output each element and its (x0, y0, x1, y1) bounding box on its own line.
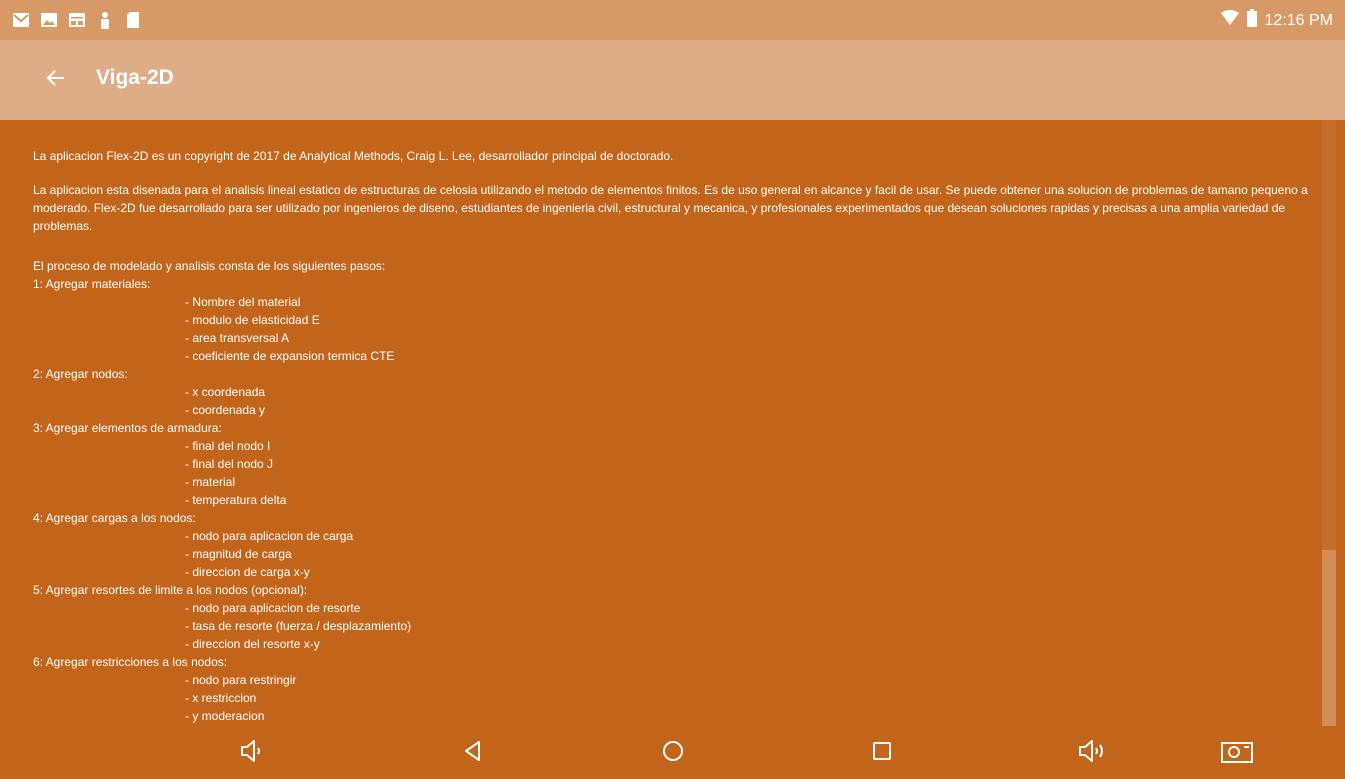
clock: 12:16 PM (1264, 11, 1333, 29)
recents-square-icon (871, 740, 893, 767)
status-bar: 12:16 PM (0, 0, 1345, 40)
volume-down-button[interactable] (235, 736, 269, 770)
app-icon (96, 11, 114, 29)
step-item: - nodo para restringir (185, 673, 297, 687)
notification-icons (12, 10, 142, 30)
step-title: 6: Agregar restricciones a los nodos: (33, 655, 228, 669)
step-item: - area transversal A (185, 331, 290, 345)
step-item: - direccion de carga x-y (185, 565, 310, 579)
scrollbar[interactable] (1322, 120, 1336, 726)
sdcard-icon (124, 11, 142, 29)
step-item: - modulo de elasticidad E (185, 313, 320, 327)
gmail-icon (12, 11, 30, 29)
step-item: - nodo para aplicacion de resorte (185, 601, 361, 615)
volume-up-button[interactable] (1075, 736, 1109, 770)
step-item: - coeficiente de expansion termica CTE (185, 349, 395, 363)
step-item: - x restriccion (185, 691, 257, 705)
scrollbar-thumb[interactable] (1322, 550, 1336, 726)
step-title: 5: Agregar resortes de limite a los nodo… (33, 583, 308, 597)
back-triangle-icon (462, 740, 484, 767)
step-title: 1: Agregar materiales: (33, 277, 151, 291)
gallery-icon (40, 11, 58, 29)
steps-list: El proceso de modelado y analisis consta… (33, 257, 1313, 725)
app-bar: Viga-2D (0, 40, 1345, 120)
volume-down-icon (239, 738, 265, 769)
step-item: - material (185, 475, 236, 489)
back-button-nav[interactable] (456, 736, 490, 770)
step-item: - tasa de resorte (fuerza / desplazamien… (185, 619, 412, 633)
step-title: 4: Agregar cargas a los nodos: (33, 511, 196, 525)
screenshot-camera-icon (1220, 738, 1254, 769)
status-right: 12:16 PM (1220, 9, 1333, 32)
page-title: Viga-2D (96, 66, 174, 89)
navigation-bar (0, 726, 1345, 779)
step-item: - final del nodo J (185, 457, 274, 471)
arrow-back-icon (46, 68, 66, 93)
help-text-scrollview[interactable]: La aplicacion Flex-2D es un copyright de… (0, 120, 1322, 726)
step-item: - x coordenada (185, 385, 266, 399)
battery-icon (1246, 9, 1257, 32)
step-item: - y moderacion (185, 709, 265, 723)
step-item: - coordenada y (185, 403, 266, 417)
volume-up-icon (1077, 738, 1107, 769)
recents-button[interactable] (865, 736, 899, 770)
home-circle-icon (661, 739, 685, 768)
back-button[interactable] (36, 60, 76, 100)
step-title: 3: Agregar elementos de armadura: (33, 421, 222, 435)
step-item: - Nombre del material (185, 295, 301, 309)
copyright-paragraph: La aplicacion Flex-2D es un copyright de… (33, 149, 674, 163)
calendar-icon (68, 11, 86, 29)
description-paragraph: La aplicacion esta disenada para el anal… (33, 183, 1308, 233)
screenshot-button[interactable] (1220, 736, 1254, 770)
step-title: 2: Agregar nodos: (33, 367, 128, 381)
step-item: - magnitud de carga (185, 547, 292, 561)
home-button[interactable] (656, 736, 690, 770)
step-item: - direccion del resorte x-y (185, 637, 320, 651)
step-item: - nodo para aplicacion de carga (185, 529, 354, 543)
wifi-icon (1220, 10, 1239, 31)
step-item: - final del nodo I (185, 439, 271, 453)
step-item: - temperatura delta (185, 493, 287, 507)
steps-intro: El proceso de modelado y analisis consta… (33, 259, 386, 273)
